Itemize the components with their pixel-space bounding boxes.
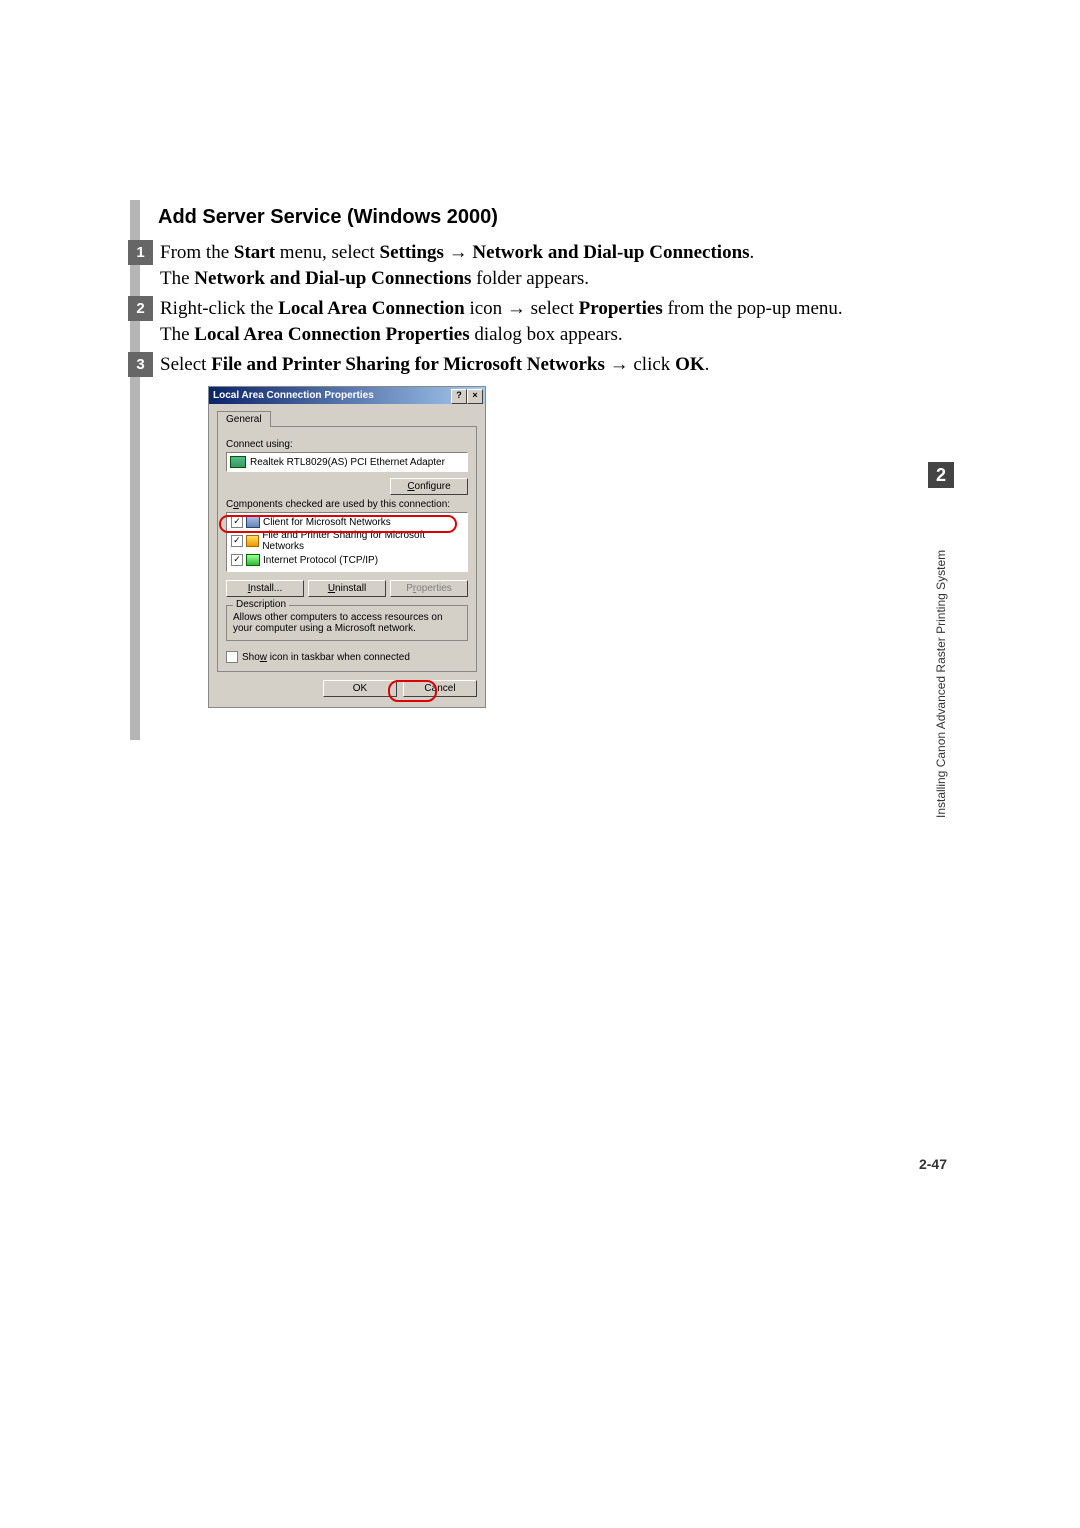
description-text: Allows other computers to access resourc… [233, 612, 461, 634]
file-printer-icon [246, 535, 260, 547]
show-icon-label: Show icon in taskbar when connected [242, 652, 410, 663]
list-item[interactable]: ✓ File and Printer Sharing for Microsoft… [229, 529, 465, 553]
cancel-button[interactable]: Cancel [403, 680, 477, 697]
list-item[interactable]: ✓ Internet Protocol (TCP/IP) [229, 553, 465, 567]
step-1-badge: 1 [128, 240, 153, 265]
components-label: Components checked are used by this conn… [226, 499, 468, 510]
step-3-badge: 3 [128, 352, 153, 377]
section-heading: Add Server Service (Windows 2000) [158, 206, 498, 229]
components-list[interactable]: ✓ Client for Microsoft Networks ✓ File a… [226, 512, 468, 572]
client-icon [246, 516, 260, 528]
left-gray-bar [130, 200, 140, 740]
dialog-titlebar[interactable]: Local Area Connection Properties ? × [209, 387, 485, 404]
dialog-body: General Connect using: Realtek RTL8029(A… [209, 404, 485, 707]
tab-panel: Connect using: Realtek RTL8029(AS) PCI E… [217, 426, 477, 672]
list-item[interactable]: ✓ Client for Microsoft Networks [229, 515, 465, 529]
step-1-text: From the Start menu, select Settings → N… [160, 240, 920, 291]
nic-icon [230, 456, 246, 468]
step-3-text: Select File and Printer Sharing for Micr… [160, 352, 920, 378]
adapter-name: Realtek RTL8029(AS) PCI Ethernet Adapter [250, 457, 445, 468]
show-icon-checkbox[interactable] [226, 651, 238, 663]
dialog-title: Local Area Connection Properties [213, 390, 374, 401]
description-group: Description Allows other computers to ac… [226, 605, 468, 641]
properties-dialog: Local Area Connection Properties ? × Gen… [208, 386, 486, 708]
help-button[interactable]: ? [451, 389, 467, 404]
checkbox-icon[interactable]: ✓ [231, 516, 243, 528]
checkbox-icon[interactable]: ✓ [231, 535, 243, 547]
page-number: 2-47 [919, 1156, 947, 1172]
properties-button[interactable]: Properties [390, 580, 468, 597]
configure-button[interactable]: Configure [390, 478, 468, 495]
chapter-number: 2 [928, 462, 954, 488]
description-legend: Description [233, 599, 289, 610]
adapter-field: Realtek RTL8029(AS) PCI Ethernet Adapter [226, 452, 468, 472]
ok-button[interactable]: OK [323, 680, 397, 697]
step-2-text: Right-click the Local Area Connection ic… [160, 296, 920, 347]
connect-using-label: Connect using: [226, 439, 468, 450]
step-2-badge: 2 [128, 296, 153, 321]
chapter-title: Installing Canon Advanced Raster Printin… [934, 498, 948, 818]
chapter-tab: 2 Installing Canon Advanced Raster Print… [928, 462, 954, 818]
checkbox-icon[interactable]: ✓ [231, 554, 243, 566]
close-button[interactable]: × [467, 389, 483, 404]
tab-general[interactable]: General [217, 411, 271, 427]
uninstall-button[interactable]: Uninstall [308, 580, 386, 597]
tcpip-icon [246, 554, 260, 566]
install-button[interactable]: Install... [226, 580, 304, 597]
